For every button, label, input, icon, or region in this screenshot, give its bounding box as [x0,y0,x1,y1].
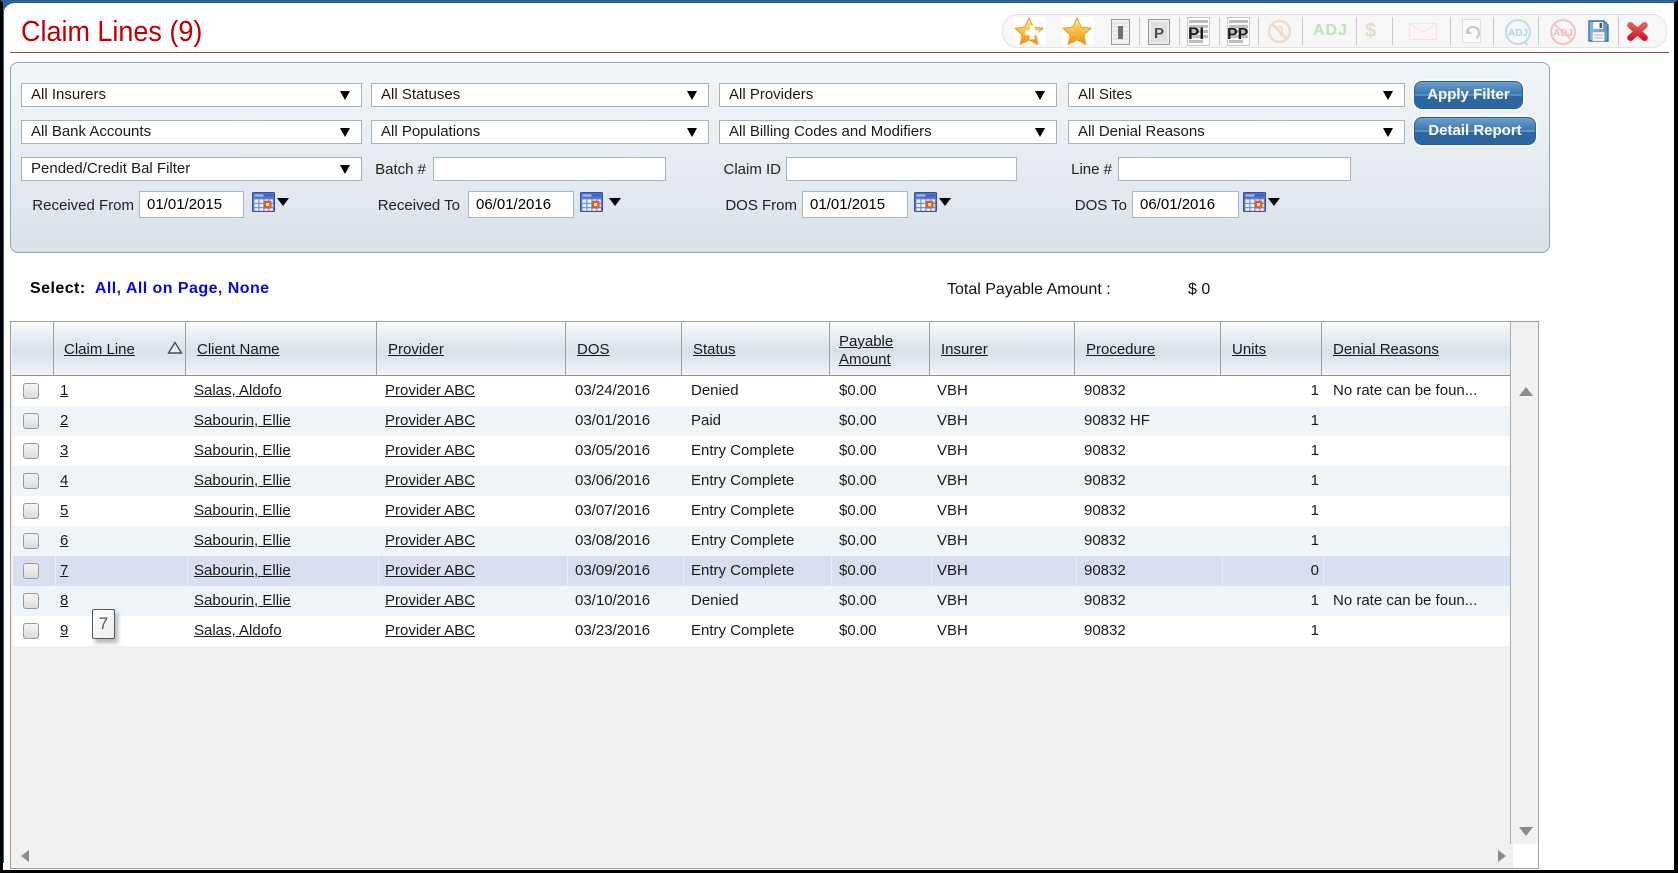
svg-text:PI: PI [1188,24,1204,43]
svg-text:ADJ: ADJ [1508,28,1528,39]
svg-text:PP: PP [1227,26,1249,43]
svg-text:P: P [1154,25,1164,42]
